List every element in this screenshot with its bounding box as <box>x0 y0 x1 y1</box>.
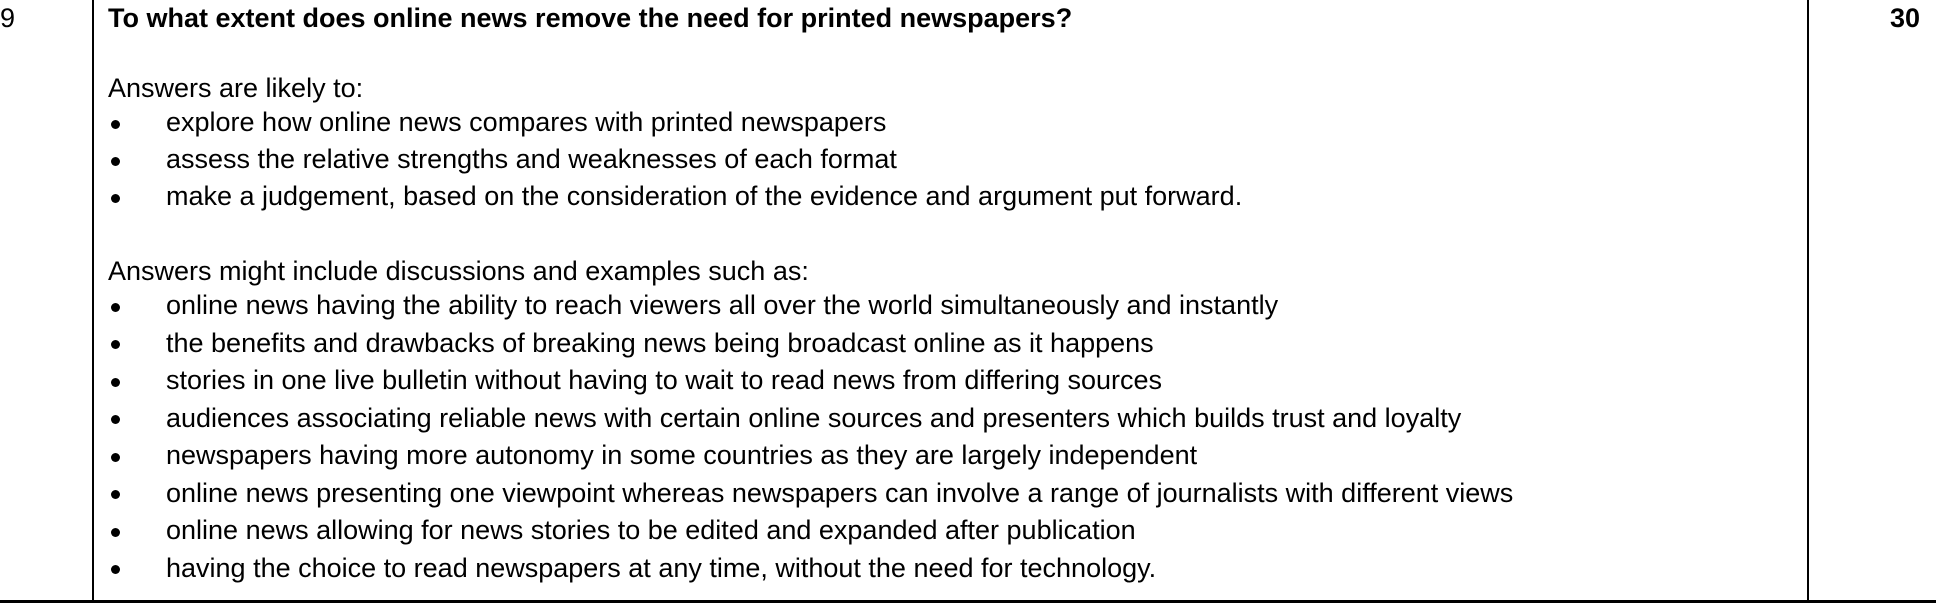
likely-answers-section: Answers are likely to: explore how onlin… <box>108 72 1798 215</box>
question-content-cell: To what extent does online news remove t… <box>92 0 1809 602</box>
list-item: newspapers having more autonomy in some … <box>108 437 1798 475</box>
list-item: stories in one live bulletin without hav… <box>108 362 1798 400</box>
bullet-icon <box>111 452 120 462</box>
list-item-text: audiences associating reliable news with… <box>166 402 1462 433</box>
bullet-icon <box>111 340 120 350</box>
list-item-text: online news allowing for news stories to… <box>166 515 1136 545</box>
bullet-list: explore how online news compares with pr… <box>108 104 1798 215</box>
list-item-text: assess the relative strengths and weakne… <box>166 144 897 174</box>
list-item: audiences associating reliable news with… <box>108 400 1798 438</box>
list-item: online news presenting one viewpoint whe… <box>108 475 1798 513</box>
bullet-icon <box>111 302 120 312</box>
list-item-text: stories in one live bulletin without hav… <box>166 365 1163 395</box>
marks-cell: 30 <box>1807 0 1936 602</box>
list-item: assess the relative strengths and weakne… <box>108 141 1798 178</box>
list-item: make a judgement, based on the considera… <box>108 178 1798 215</box>
bullet-icon <box>111 119 120 129</box>
question-title: To what extent does online news remove t… <box>108 3 1073 33</box>
list-item-text: online news having the ability to reach … <box>166 290 1279 320</box>
bullet-list: online news having the ability to reach … <box>108 287 1798 587</box>
list-item-text: newspapers having more autonomy in some … <box>166 440 1198 470</box>
list-item-text: the benefits and drawbacks of breaking n… <box>166 327 1154 358</box>
marks-value: 30 <box>1889 3 1920 33</box>
mark-scheme-table: 9 To what extent does online news remove… <box>0 0 1936 604</box>
question-content: To what extent does online news remove t… <box>108 0 1798 587</box>
list-item: having the choice to read newspapers at … <box>108 550 1798 588</box>
bullet-icon <box>111 490 120 500</box>
table-bottom-border <box>0 600 1936 603</box>
list-item: explore how online news compares with pr… <box>108 104 1798 141</box>
example-answers-section: Answers might include discussions and ex… <box>108 255 1798 587</box>
bullet-icon <box>111 415 120 425</box>
section-intro: Answers are likely to: <box>108 73 364 103</box>
question-number-cell: 9 <box>0 0 92 602</box>
list-item-text: explore how online news compares with pr… <box>166 107 887 137</box>
question-number: 9 <box>0 3 16 33</box>
bullet-icon <box>111 527 120 537</box>
list-item: the benefits and drawbacks of breaking n… <box>108 325 1798 363</box>
section-intro: Answers might include discussions and ex… <box>108 256 809 286</box>
list-item-text: having the choice to read newspapers at … <box>166 552 1157 583</box>
list-item: online news allowing for news stories to… <box>108 512 1798 550</box>
bullet-icon <box>111 193 120 203</box>
bullet-icon <box>111 156 120 166</box>
list-item-text: online news presenting one viewpoint whe… <box>166 477 1514 508</box>
bullet-icon <box>111 565 120 575</box>
list-item: online news having the ability to reach … <box>108 287 1798 325</box>
list-item-text: make a judgement, based on the considera… <box>166 181 1243 211</box>
bullet-icon <box>111 377 120 387</box>
